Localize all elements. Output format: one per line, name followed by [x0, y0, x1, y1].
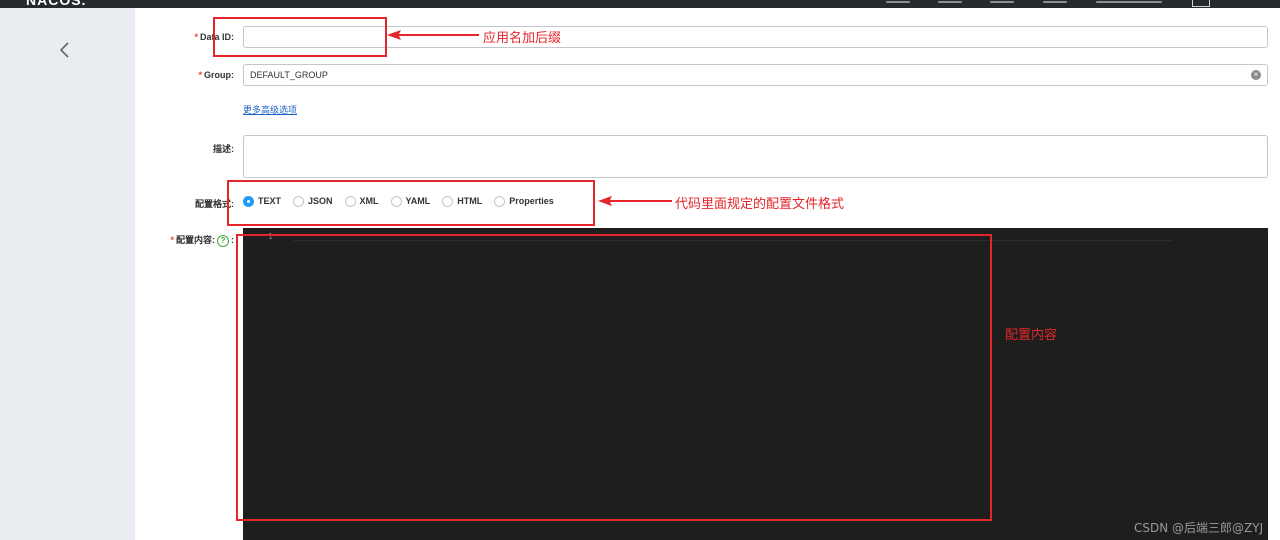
annotation-box-data-id [213, 17, 387, 57]
nacos-logo: NACOS. [26, 0, 87, 8]
advanced-options-link[interactable]: 更多高级选项 [243, 103, 297, 116]
nav-item-stub[interactable] [1096, 1, 1162, 3]
nav-item-stub[interactable] [990, 1, 1014, 3]
annotation-text-data-id: 应用名加后缀 [483, 31, 562, 46]
group-label: * Group: [198, 70, 234, 80]
description-label: 描述: [213, 144, 234, 154]
annotation-text-content: 配置内容 [1005, 328, 1058, 343]
group-input[interactable]: DEFAULT_GROUP × [243, 64, 1268, 86]
annotation-arrow-icon [598, 196, 672, 206]
content-label: * 配置内容:?: [170, 234, 234, 247]
top-navbar: NACOS. [0, 0, 1280, 8]
nav-item-stub[interactable] [938, 1, 962, 3]
clear-icon[interactable]: × [1251, 70, 1261, 80]
chevron-left-icon[interactable] [55, 40, 75, 60]
help-icon[interactable]: ? [217, 234, 229, 247]
annotation-text-format: 代码里面规定的配置文件格式 [675, 197, 845, 212]
description-textarea[interactable] [243, 135, 1268, 178]
csdn-watermark: CSDN @后端三郎@ZYJ [1134, 521, 1264, 535]
annotation-box-format [227, 180, 595, 226]
language-switch-icon[interactable] [1192, 0, 1210, 7]
annotation-box-content [236, 234, 992, 521]
nav-item-stub[interactable] [886, 1, 910, 3]
annotation-arrow-icon [387, 30, 479, 40]
format-label: 配置格式: [195, 199, 234, 209]
nav-item-stub[interactable] [1043, 1, 1067, 3]
sidebar [0, 8, 135, 540]
